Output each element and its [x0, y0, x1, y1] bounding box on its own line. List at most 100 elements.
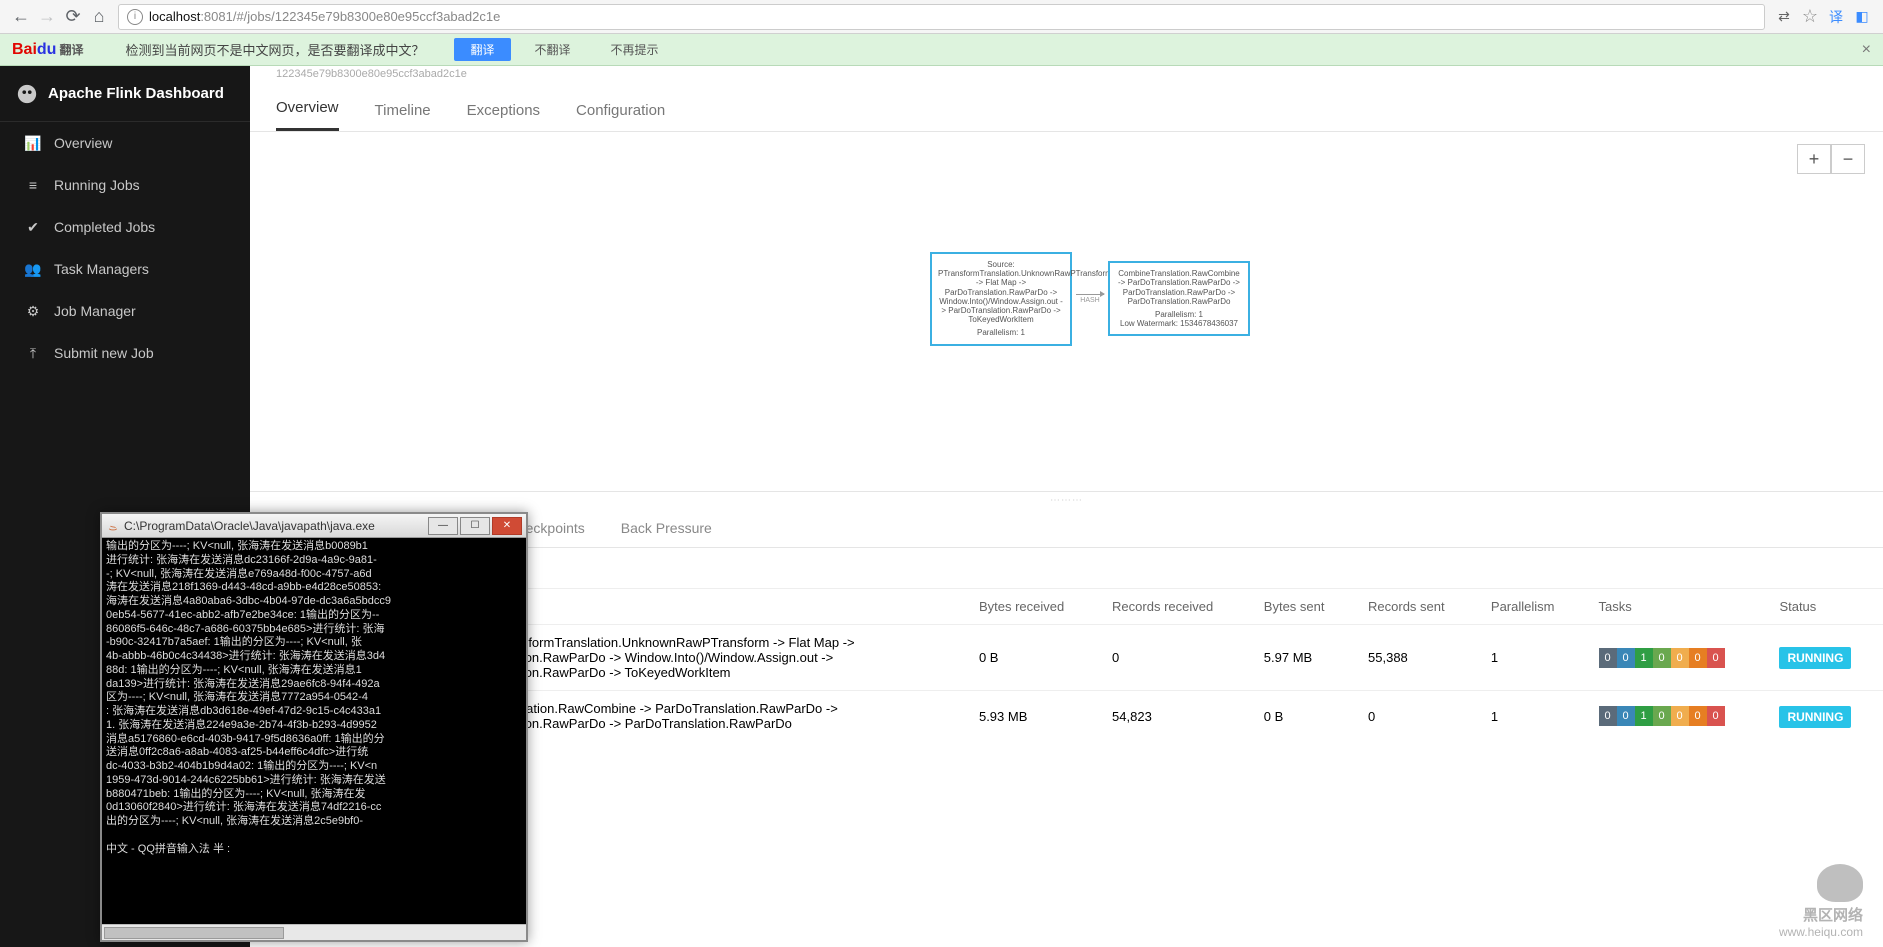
zoom-controls: + − — [1797, 144, 1865, 174]
never-prompt-button[interactable]: 不再提示 — [595, 38, 675, 61]
dag-node-parallelism: Parallelism: 1 — [1116, 310, 1242, 319]
cell-parallelism: 1 — [1477, 691, 1585, 742]
home-button[interactable]: ⌂ — [86, 4, 112, 30]
url-host: localhost — [149, 9, 200, 24]
browser-toolbar: ← → ⟳ ⌂ i localhost :8081/#/jobs/122345e… — [0, 0, 1883, 34]
console-h-scrollbar[interactable] — [102, 924, 526, 940]
sidebar-title: Apache Flink Dashboard — [48, 85, 224, 102]
sidebar-header: Apache Flink Dashboard — [0, 66, 250, 122]
dag-node-parallelism: Parallelism: 1 — [938, 328, 1064, 337]
cell-bytes-sent: 0 B — [1250, 691, 1354, 742]
cell-tasks: 0010000 — [1585, 691, 1766, 742]
tm-icon: 👥 — [24, 261, 42, 278]
site-info-icon[interactable]: i — [127, 9, 143, 25]
cell-bytes-received: 0 B — [965, 625, 1098, 691]
scrollbar-thumb[interactable] — [104, 927, 284, 939]
dag-graph: Source: PTransformTranslation.UnknownRaw… — [930, 252, 1250, 346]
watermark-text-2: www.heiqu.com — [1779, 925, 1863, 939]
col-status: Status — [1765, 589, 1883, 625]
sidebar-item-label: Job Manager — [54, 303, 136, 319]
forward-button[interactable]: → — [34, 4, 60, 30]
job-id-bar: 122345e79b8300e80e95ccf3abad2c1e — [250, 66, 1883, 88]
window-buttons: — ☐ ✕ — [426, 517, 522, 535]
console-title-text: C:\ProgramData\Oracle\Java\javapath\java… — [124, 519, 375, 533]
cell-tasks: 0010000 — [1585, 625, 1766, 691]
extension-icon[interactable]: ◧ — [1849, 4, 1875, 30]
sidebar-item-task-managers[interactable]: 👥 Task Managers — [0, 248, 250, 290]
sidebar-item-completed-jobs[interactable]: ✔ Completed Jobs — [0, 206, 250, 248]
cell-status: RUNNING — [1765, 625, 1883, 691]
task-badges: 0010000 — [1599, 648, 1725, 668]
dag-node-text: Source: PTransformTranslation.UnknownRaw… — [938, 260, 1064, 324]
watermark-icon — [1817, 864, 1863, 902]
zoom-out-button[interactable]: − — [1831, 144, 1865, 174]
java-icon — [106, 519, 120, 533]
dag-node-text: CombineTranslation.RawCombine -> ParDoTr… — [1116, 269, 1242, 306]
sidebar-item-running-jobs[interactable]: ≡ Running Jobs — [0, 164, 250, 206]
zoom-in-button[interactable]: + — [1797, 144, 1831, 174]
cell-records-received: 0 — [1098, 625, 1250, 691]
maximize-button[interactable]: ☐ — [460, 517, 490, 535]
col-parallelism: Parallelism — [1477, 589, 1585, 625]
dag-panel[interactable]: + − Source: PTransformTranslation.Unknow… — [250, 132, 1883, 492]
sidebar-item-label: Overview — [54, 135, 112, 151]
google-translate-icon[interactable]: 译 — [1823, 4, 1849, 30]
col-bytes-sent: Bytes sent — [1250, 589, 1354, 625]
watermark: 黑区网络 www.heiqu.com — [1779, 864, 1863, 939]
back-button[interactable]: ← — [8, 4, 34, 30]
flink-logo-icon — [16, 83, 38, 105]
job-tab-overview[interactable]: Overview — [276, 87, 339, 131]
detail-tab-back-pressure[interactable]: Back Pressure — [621, 520, 712, 536]
col-records-received: Records received — [1098, 589, 1250, 625]
close-banner-icon[interactable]: × — [1862, 41, 1871, 59]
minimize-button[interactable]: — — [428, 517, 458, 535]
translate-button[interactable]: 翻译 — [454, 38, 510, 61]
sidebar-item-submit-new-job[interactable]: ⤒ Submit new Job — [0, 332, 250, 374]
url-path: :8081/#/jobs/122345e79b8300e80e95ccf3aba… — [200, 9, 500, 24]
cell-bytes-received: 5.93 MB — [965, 691, 1098, 742]
col-bytes-received: Bytes received — [965, 589, 1098, 625]
jm-icon: ⚙ — [24, 303, 42, 320]
url-input[interactable]: i localhost :8081/#/jobs/122345e79b8300e… — [118, 4, 1765, 30]
dag-node-source[interactable]: Source: PTransformTranslation.UnknownRaw… — [930, 252, 1072, 346]
sn-icon: ⤒ — [24, 345, 42, 362]
task-badges: 0010000 — [1599, 706, 1725, 726]
sidebar-item-label: Submit new Job — [54, 345, 154, 361]
close-button[interactable]: ✕ — [492, 517, 522, 535]
sidebar-item-overview[interactable]: 📊 Overview — [0, 122, 250, 164]
translate-ext-icon[interactable]: ⇄ — [1771, 4, 1797, 30]
job-tab-exceptions[interactable]: Exceptions — [467, 90, 540, 131]
favorite-icon[interactable]: ☆ — [1797, 4, 1823, 30]
dag-node-watermark: Low Watermark: 1534678436037 — [1116, 319, 1242, 328]
console-titlebar[interactable]: C:\ProgramData\Oracle\Java\javapath\java… — [102, 514, 526, 538]
sidebar-item-label: Completed Jobs — [54, 219, 155, 235]
dag-node-combine[interactable]: CombineTranslation.RawCombine -> ParDoTr… — [1108, 261, 1250, 336]
col-records-sent: Records sent — [1354, 589, 1477, 625]
cell-records-sent: 55,388 — [1354, 625, 1477, 691]
cell-bytes-sent: 5.97 MB — [1250, 625, 1354, 691]
translate-banner: Baidu翻译 检测到当前网页不是中文网页，是否要翻译成中文？ 翻译 不翻译 不… — [0, 34, 1883, 66]
rj-icon: ≡ — [24, 177, 42, 193]
console-output[interactable]: 输出的分区为----; KV<null, 张海涛在发送消息b0089b1 进行统… — [102, 538, 526, 924]
cell-records-sent: 0 — [1354, 691, 1477, 742]
cj-icon: ✔ — [24, 219, 42, 236]
cell-parallelism: 1 — [1477, 625, 1585, 691]
console-window[interactable]: C:\ProgramData\Oracle\Java\javapath\java… — [100, 512, 528, 942]
sidebar-item-job-manager[interactable]: ⚙ Job Manager — [0, 290, 250, 332]
col-tasks: Tasks — [1585, 589, 1766, 625]
job-tab-timeline[interactable]: Timeline — [375, 90, 431, 131]
job-tab-configuration[interactable]: Configuration — [576, 90, 665, 131]
ov-icon: 📊 — [24, 135, 42, 152]
sidebar-item-label: Running Jobs — [54, 177, 140, 193]
no-translate-button[interactable]: 不翻译 — [519, 38, 587, 61]
job-tabs: Overview Timeline Exceptions Configuration — [250, 88, 1883, 132]
reload-button[interactable]: ⟳ — [60, 4, 86, 30]
dag-edge: HASH — [1076, 294, 1104, 304]
status-badge: RUNNING — [1779, 647, 1851, 669]
status-badge: RUNNING — [1779, 706, 1851, 728]
translate-message: 检测到当前网页不是中文网页，是否要翻译成中文？ — [125, 40, 424, 59]
sidebar-item-label: Task Managers — [54, 261, 149, 277]
watermark-text-1: 黑区网络 — [1779, 904, 1863, 925]
cell-status: RUNNING — [1765, 691, 1883, 742]
splitter-handle[interactable]: ⋯⋯⋯ — [250, 492, 1883, 508]
